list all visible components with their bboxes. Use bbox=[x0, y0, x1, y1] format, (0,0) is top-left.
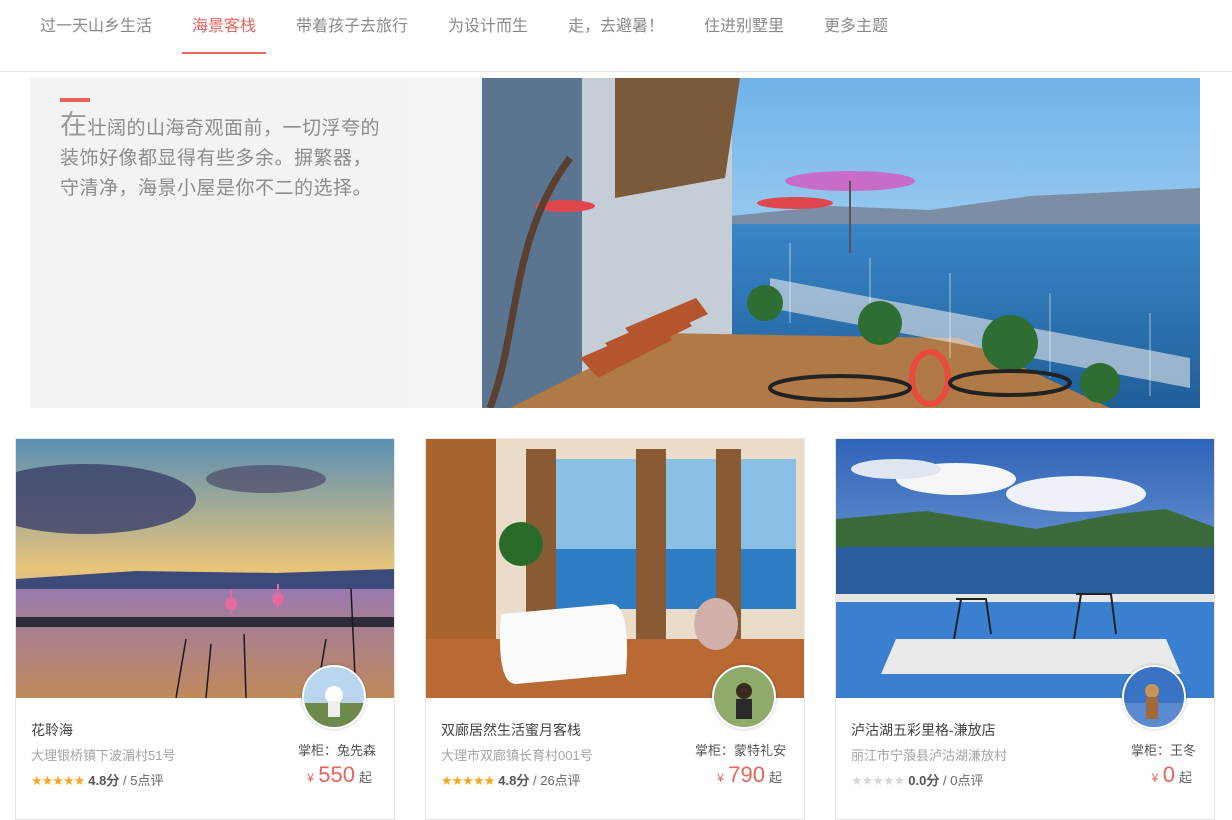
listing-address: 大理市双廊镇长育村001号 bbox=[441, 748, 593, 763]
listing-name[interactable]: 花聆海 bbox=[31, 720, 73, 740]
theme-tabs: 过一天山乡生活 海景客栈 带着孩子去旅行 为设计而生 走，去避暑！ 住进别墅里 … bbox=[0, 0, 1232, 72]
host-name: 掌柜：王冬 bbox=[1130, 743, 1196, 758]
hero-first-char: 在 bbox=[60, 110, 88, 140]
listing-address: 丽江市宁蒗县泸沽湖溓放村 bbox=[851, 748, 1008, 763]
listing-image[interactable] bbox=[426, 439, 804, 698]
host-avatar[interactable] bbox=[1122, 665, 1186, 729]
host-name: 掌柜：蒙特礼安 bbox=[694, 743, 786, 758]
tab-designed[interactable]: 为设计而生 bbox=[448, 12, 528, 36]
listing-name[interactable]: 双廊居然生活蜜月客栈 bbox=[441, 720, 581, 740]
rating-score: 0.0分 bbox=[908, 773, 940, 788]
rating: ★★★★★ 0.0分 / 0点评 bbox=[851, 770, 983, 789]
hero-image[interactable] bbox=[410, 78, 1200, 408]
tab-more-themes[interactable]: 更多主题 bbox=[824, 12, 888, 36]
tab-mountain-life[interactable]: 过一天山乡生活 bbox=[40, 12, 152, 36]
listing-image[interactable] bbox=[836, 439, 1214, 698]
rating: ★★★★★ 4.8分 / 26点评 bbox=[441, 770, 581, 789]
review-count: / 0点评 bbox=[942, 773, 984, 788]
tab-villa[interactable]: 住进别墅里 bbox=[704, 12, 784, 36]
rating-stars: ★★★★★ bbox=[441, 773, 495, 788]
listing-card[interactable]: 花聆海 大理银桥镇下波湄村51号 掌柜：兔先森 ★★★★★ 4.8分 / 5点评 … bbox=[15, 438, 395, 820]
rating-stars: ★★★★★ bbox=[851, 773, 905, 788]
hero-description: 在壮阔的山海奇观面前，一切浮夸的装饰好像都显得有些多余。摒繁器，守清净，海景小屋… bbox=[30, 78, 410, 408]
price-value: 550 bbox=[318, 762, 355, 787]
rating-score: 4.8分 bbox=[498, 773, 530, 788]
price: ¥ 790 起 bbox=[717, 762, 782, 787]
price-value: 0 bbox=[1162, 762, 1175, 787]
hero-accent-bar bbox=[60, 98, 90, 102]
host-avatar[interactable] bbox=[302, 665, 366, 729]
hero-text: 在壮阔的山海奇观面前，一切浮夸的装饰好像都显得有些多余。摒繁器，守清净，海景小屋… bbox=[60, 110, 381, 199]
listing-card[interactable]: 泸沽湖五彩里格-溓放店 丽江市宁蒗县泸沽湖溓放村 掌柜：王冬 ★★★★★ 0.0分… bbox=[835, 438, 1215, 820]
listing-address: 大理银桥镇下波湄村51号 bbox=[31, 748, 176, 763]
price-value: 790 bbox=[728, 762, 765, 787]
rating: ★★★★★ 4.8分 / 5点评 bbox=[31, 770, 163, 789]
host-name: 掌柜：兔先森 bbox=[297, 743, 376, 758]
price: ¥ 0起 bbox=[1151, 762, 1192, 787]
review-count: / 26点评 bbox=[532, 773, 581, 788]
listing-image[interactable] bbox=[16, 439, 394, 698]
price: ¥ 550 起 bbox=[307, 762, 372, 787]
listing-card[interactable]: 双廊居然生活蜜月客栈 大理市双廊镇长育村001号 掌柜：蒙特礼安 ★★★★★ 4.… bbox=[425, 438, 805, 820]
tab-kids-travel[interactable]: 带着孩子去旅行 bbox=[296, 12, 408, 36]
host-avatar[interactable] bbox=[712, 665, 776, 729]
tab-summer-escape[interactable]: 走，去避暑！ bbox=[568, 12, 664, 36]
rating-score: 4.8分 bbox=[88, 773, 120, 788]
review-count: / 5点评 bbox=[122, 773, 164, 788]
listing-name[interactable]: 泸沽湖五彩里格-溓放店 bbox=[851, 720, 996, 740]
rating-stars: ★★★★★ bbox=[31, 773, 85, 788]
tab-seaview-inn[interactable]: 海景客栈 bbox=[182, 12, 267, 54]
active-tab-underline bbox=[182, 52, 267, 54]
